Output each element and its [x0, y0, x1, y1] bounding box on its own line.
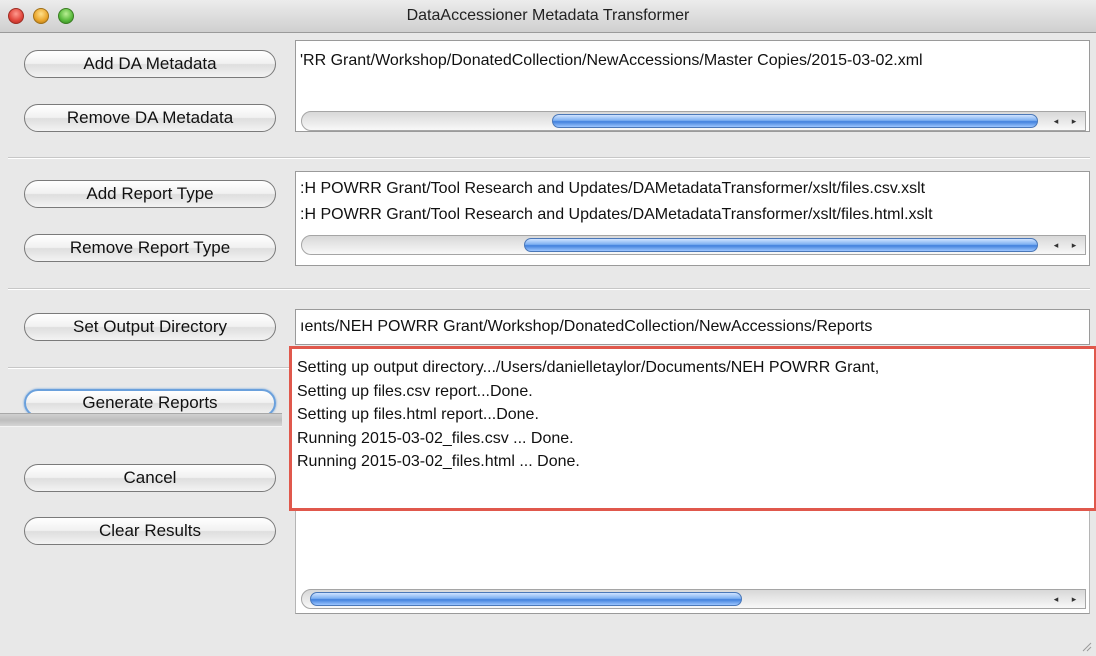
section-divider — [8, 288, 1090, 290]
clear-results-button[interactable]: Clear Results — [24, 517, 276, 545]
log-line: Running 2015-03-02_files.csv ... Done. — [297, 430, 574, 447]
report-type-item[interactable]: :H POWRR Grant/Tool Research and Updates… — [300, 180, 925, 198]
results-log-lower[interactable]: ◂ ▸ — [295, 511, 1090, 614]
resize-grip-icon[interactable] — [1080, 640, 1092, 652]
split-pane-divider[interactable] — [0, 413, 282, 427]
remove-da-metadata-button[interactable]: Remove DA Metadata — [24, 104, 276, 132]
scroll-left-arrow-icon[interactable]: ◂ — [1048, 591, 1064, 607]
scroll-right-arrow-icon[interactable]: ▸ — [1066, 113, 1082, 129]
scrollbar-thumb[interactable] — [524, 238, 1038, 252]
log-line: Setting up files.html report...Done. — [297, 406, 539, 423]
report-list-scrollbar[interactable]: ◂ ▸ — [301, 235, 1086, 255]
metadata-file-list[interactable]: 'RR Grant/Workshop/DonatedCollection/New… — [295, 40, 1090, 132]
log-line: Setting up output directory.../Users/dan… — [297, 359, 880, 376]
log-scrollbar[interactable]: ◂ ▸ — [301, 589, 1086, 609]
remove-report-type-button[interactable]: Remove Report Type — [24, 234, 276, 262]
scroll-left-arrow-icon[interactable]: ◂ — [1048, 237, 1064, 253]
metadata-file-item[interactable]: 'RR Grant/Workshop/DonatedCollection/New… — [300, 52, 923, 70]
set-output-directory-button[interactable]: Set Output Directory — [24, 313, 276, 341]
output-directory-path: ıents/NEH POWRR Grant/Workshop/DonatedCo… — [300, 318, 873, 335]
scroll-right-arrow-icon[interactable]: ▸ — [1066, 591, 1082, 607]
cancel-button[interactable]: Cancel — [24, 464, 276, 492]
add-report-type-button[interactable]: Add Report Type — [24, 180, 276, 208]
window-title: DataAccessioner Metadata Transformer — [406, 7, 690, 24]
report-type-list[interactable]: :H POWRR Grant/Tool Research and Updates… — [295, 171, 1090, 266]
report-type-item[interactable]: :H POWRR Grant/Tool Research and Updates… — [300, 206, 933, 224]
add-da-metadata-button[interactable]: Add DA Metadata — [24, 50, 276, 78]
section-divider — [8, 157, 1090, 159]
scrollbar-thumb[interactable] — [310, 592, 742, 606]
results-log[interactable]: Setting up output directory.../Users/dan… — [289, 346, 1096, 511]
log-line: Setting up files.csv report...Done. — [297, 383, 533, 400]
log-line: Running 2015-03-02_files.html ... Done. — [297, 453, 580, 470]
metadata-list-scrollbar[interactable]: ◂ ▸ — [301, 111, 1086, 131]
output-directory-field[interactable]: ıents/NEH POWRR Grant/Workshop/DonatedCo… — [295, 309, 1090, 345]
main-content: Add DA Metadata Remove DA Metadata 'RR G… — [0, 33, 1096, 654]
scroll-left-arrow-icon[interactable]: ◂ — [1048, 113, 1064, 129]
scroll-right-arrow-icon[interactable]: ▸ — [1066, 237, 1082, 253]
scrollbar-thumb[interactable] — [552, 114, 1038, 128]
title-bar[interactable]: DataAccessioner Metadata Transformer — [0, 0, 1096, 33]
